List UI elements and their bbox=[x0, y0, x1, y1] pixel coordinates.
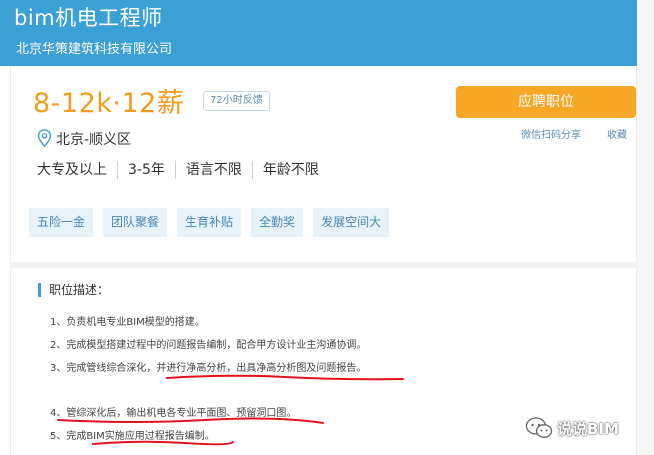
description-title: 职位描述： bbox=[38, 283, 109, 297]
watermark: 说说BIM bbox=[525, 416, 619, 440]
benefit-tag: 生育补贴 bbox=[177, 208, 242, 237]
red-underline-annotation bbox=[166, 374, 404, 381]
location-pin-icon bbox=[37, 129, 52, 147]
job-title: bim机电工程师 bbox=[14, 6, 163, 30]
benefit-tag: 五险一金 bbox=[29, 208, 94, 237]
benefit-tag: 全勤奖 bbox=[251, 208, 304, 237]
benefit-tag: 团队聚餐 bbox=[103, 208, 168, 237]
company-name[interactable]: 北京华策建筑科技有限公司 bbox=[16, 38, 172, 57]
favorite-link[interactable]: 收藏 bbox=[607, 126, 627, 141]
requirement-experience: 3-5年 bbox=[117, 161, 175, 179]
red-underline-annotation bbox=[57, 417, 324, 424]
red-underline-annotation bbox=[92, 440, 234, 446]
requirement-age: 年龄不限 bbox=[251, 161, 329, 179]
apply-button[interactable]: 应聘职位 bbox=[456, 86, 636, 118]
wechat-icon bbox=[525, 417, 553, 438]
job-requirements: 大专及以上 3-5年 语言不限 年龄不限 bbox=[37, 161, 329, 179]
description-item: 2、完成模型搭建过程中的问题报告编制，配合甲方设计业主沟通协调。 bbox=[50, 340, 367, 351]
requirement-education: 大专及以上 bbox=[37, 162, 107, 178]
requirement-language: 语言不限 bbox=[174, 161, 252, 179]
salary: 8-12k·12薪 bbox=[33, 88, 185, 119]
job-location: 北京-顺义区 bbox=[56, 132, 132, 148]
benefit-tags: 五险一金 团队聚餐 生育补贴 全勤奖 发展空间大 bbox=[29, 208, 390, 237]
job-header: bim机电工程师 北京华策建筑科技有限公司 bbox=[0, 0, 637, 66]
description-item: 1、负责机电专业BIM模型的搭建。 bbox=[50, 317, 205, 328]
page-background bbox=[637, 0, 654, 455]
response-badge: 72小时反馈 bbox=[203, 91, 270, 111]
benefit-tag: 发展空间大 bbox=[313, 208, 390, 237]
watermark-text: 说说BIM bbox=[557, 419, 619, 438]
wechat-share-link[interactable]: 微信扫码分享 bbox=[521, 126, 581, 141]
